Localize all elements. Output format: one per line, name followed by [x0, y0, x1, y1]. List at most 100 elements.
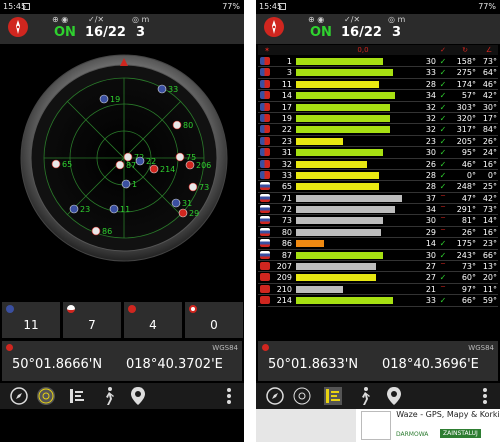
- used-in-fix-icon: ✓: [439, 239, 447, 249]
- us-flag-icon: [260, 57, 270, 65]
- beidou-count-value: 4: [149, 318, 157, 332]
- app-logo-icon[interactable]: [264, 17, 284, 37]
- snr-value: 30: [425, 57, 436, 66]
- status-bar: 15:45 77%: [256, 0, 500, 14]
- snr-value: 32: [425, 113, 436, 123]
- snr-value: 28: [425, 79, 436, 89]
- us-flag-icon: [260, 79, 270, 88]
- satellite-marker[interactable]: [51, 159, 61, 169]
- satellite-marker[interactable]: [178, 208, 188, 218]
- satellite-label: 22: [146, 157, 156, 166]
- sky-view-svg: 19338075657222872142067313129231186: [20, 54, 228, 262]
- accuracy-icon: ◎ m: [132, 15, 150, 24]
- azimuth-column-icon: ↻: [462, 46, 468, 54]
- satellite-marker[interactable]: [185, 160, 195, 170]
- bottom-toolbar: [0, 383, 244, 409]
- satellite-label: 87: [126, 161, 136, 170]
- snr-value: 28: [425, 170, 436, 180]
- satellite-label: 80: [183, 121, 193, 130]
- cn-flag-icon: [128, 305, 136, 313]
- signal-bars-icon[interactable]: [66, 385, 88, 407]
- ad-banner[interactable]: Waze - GPS, Mapy & Korki DARMOWA ZAINSTA…: [256, 409, 500, 442]
- app-logo-icon[interactable]: [8, 17, 28, 37]
- elevation-value: 16°: [482, 227, 497, 237]
- table-row: 210 21 ‾ 97° 11°: [258, 284, 498, 296]
- signal-bars-icon[interactable]: [322, 385, 344, 407]
- satellite-marker[interactable]: [149, 164, 159, 174]
- used-in-fix-icon: ‾: [441, 284, 445, 294]
- satellite-marker[interactable]: [121, 179, 131, 189]
- satellite-label: 75: [186, 153, 196, 162]
- elevation-value: 24°: [482, 148, 497, 158]
- satellite-label: 86: [102, 227, 112, 236]
- satellite-marker[interactable]: [69, 204, 79, 214]
- sky-view-icon[interactable]: [35, 385, 57, 407]
- azimuth-value: 60°: [461, 273, 476, 283]
- map-pin-icon[interactable]: [383, 385, 405, 407]
- ad-free-label: DARMOWA: [396, 431, 429, 438]
- satellite-id: 86: [281, 239, 292, 249]
- coordinates-panel[interactable]: WGS84 50°01.8633'N 018°40.3696'E: [258, 341, 498, 381]
- table-row: 22 32 ✓ 317° 84°: [258, 124, 498, 136]
- snr-value: 37: [425, 193, 436, 203]
- satellite-marker[interactable]: [135, 156, 145, 166]
- used-in-fix-icon: ✓: [439, 273, 447, 283]
- used-in-fix-icon: ✓: [439, 159, 447, 169]
- satellite-marker[interactable]: [172, 120, 182, 130]
- compass-icon[interactable]: [264, 385, 286, 407]
- snr-bar: [296, 137, 343, 145]
- more-menu-icon[interactable]: [222, 385, 236, 407]
- more-menu-icon[interactable]: [478, 385, 492, 407]
- satellite-marker[interactable]: [157, 84, 167, 94]
- satellite-marker[interactable]: [171, 198, 181, 208]
- us-flag-icon: [260, 68, 270, 77]
- elevation-value: 84°: [482, 125, 497, 135]
- snr-bar: [296, 171, 379, 179]
- used-in-fix-icon: ✓: [439, 136, 447, 146]
- used-in-fix-icon: ✓: [439, 250, 447, 260]
- qzss-count: 0: [185, 302, 243, 338]
- coordinates-panel[interactable]: WGS84 50°01.8666'N 018°40.3702'E: [2, 341, 242, 381]
- map-pin-icon[interactable]: [127, 385, 149, 407]
- snr-value: 23: [425, 136, 436, 146]
- walking-icon[interactable]: [354, 385, 376, 407]
- snr-value: 14: [425, 239, 436, 249]
- table-row: 71 37 ‾ 47° 42°: [258, 193, 498, 205]
- satellite-marker[interactable]: [109, 204, 119, 214]
- satellite-marker[interactable]: [91, 226, 101, 236]
- snr-bar: [296, 183, 379, 191]
- satellite-id: 1: [286, 57, 292, 66]
- snr-value: 33: [425, 68, 436, 78]
- snr-value: 33: [425, 296, 436, 306]
- elevation-value: 66°: [482, 250, 497, 260]
- snr-bar: [296, 103, 390, 111]
- walking-icon[interactable]: [98, 385, 120, 407]
- sky-view-compass[interactable]: 19338075657222872142067313129231186: [20, 52, 228, 264]
- table-row: 73 30 ‾ 81° 14°: [258, 215, 498, 227]
- satellite-marker[interactable]: [123, 152, 133, 162]
- azimuth-value: 66°: [461, 296, 476, 306]
- snr-bar: [296, 263, 376, 271]
- satellite-label: 11: [120, 205, 130, 214]
- satellite-marker[interactable]: [99, 94, 109, 104]
- accuracy-value: 3: [136, 25, 146, 40]
- latitude: 50°01.8633'N: [268, 357, 359, 372]
- us-flag-icon: [260, 148, 270, 157]
- snr-value: 30: [425, 216, 436, 226]
- location-pin-icon: [6, 344, 13, 351]
- satellite-label: 73: [199, 183, 209, 192]
- azimuth-value: 81°: [461, 216, 476, 226]
- satellite-marker[interactable]: [175, 152, 185, 162]
- table-row: 80 29 ‾ 26° 16°: [258, 227, 498, 239]
- azimuth-value: 26°: [461, 227, 476, 237]
- elevation-value: 13°: [482, 262, 497, 272]
- satellite-id: 11: [281, 79, 292, 89]
- ad-install-button[interactable]: ZAINSTALUJ: [440, 429, 481, 438]
- table-row: 3 33 ✓ 275° 64°: [258, 67, 498, 79]
- snr-bar: [296, 69, 393, 77]
- compass-icon[interactable]: [8, 385, 30, 407]
- satellite-id: 214: [276, 296, 292, 306]
- sky-view-icon[interactable]: [291, 385, 313, 407]
- satellite-marker[interactable]: [188, 182, 198, 192]
- satellite-marker[interactable]: [115, 160, 125, 170]
